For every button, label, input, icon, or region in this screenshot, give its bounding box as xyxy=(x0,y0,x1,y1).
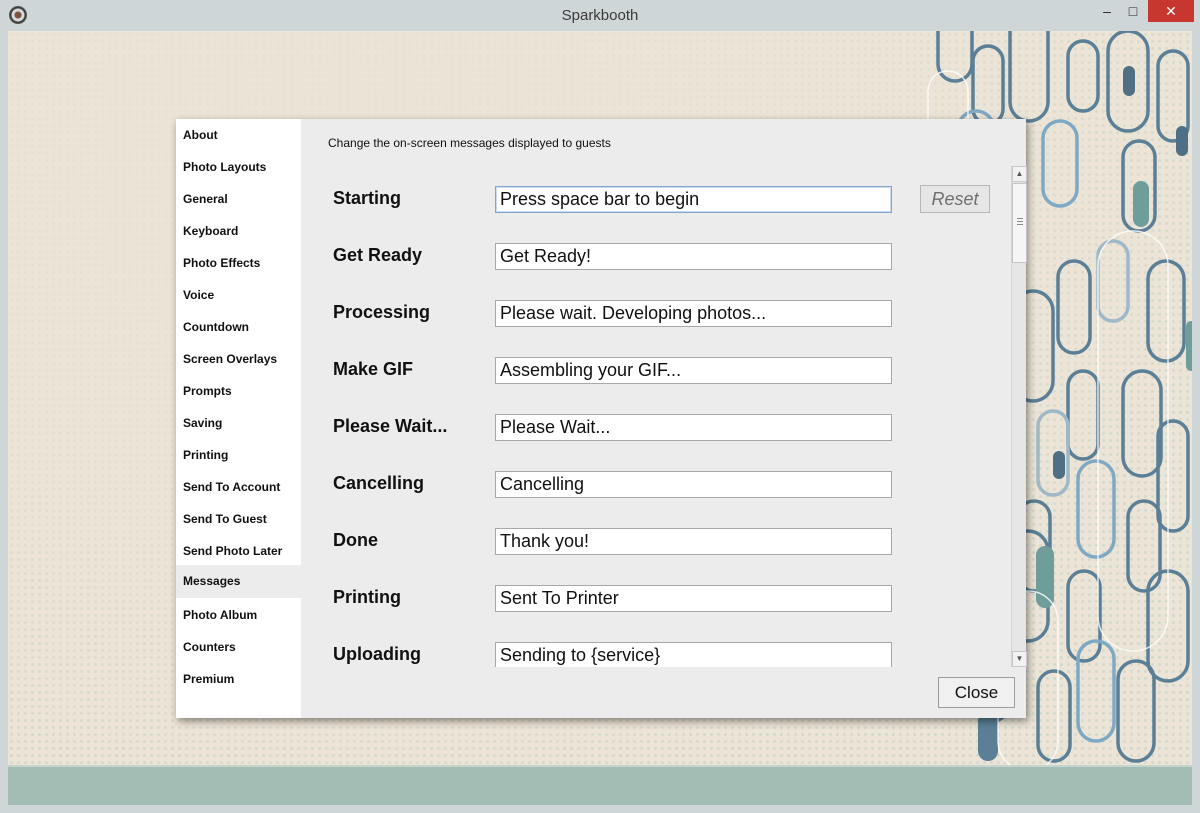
grip-icon xyxy=(1017,218,1023,225)
sidebar-item-photo-album[interactable]: Photo Album xyxy=(176,601,301,633)
sidebar-item-printing[interactable]: Printing xyxy=(176,441,301,473)
message-label-uploading: Uploading xyxy=(333,644,421,664)
messages-panel: Change the on-screen messages displayed … xyxy=(301,119,1027,718)
sidebar-item-screen-overlays[interactable]: Screen Overlays xyxy=(176,345,301,377)
sidebar-item-photo-effects[interactable]: Photo Effects xyxy=(176,249,301,281)
minimize-button[interactable]: – xyxy=(1094,0,1120,22)
message-label-done: Done xyxy=(333,530,378,550)
message-input-starting[interactable] xyxy=(495,186,892,213)
message-input-please-wait[interactable] xyxy=(495,414,892,441)
scrollbar-thumb[interactable] xyxy=(1012,183,1027,263)
sidebar-item-send-to-guest[interactable]: Send To Guest xyxy=(176,505,301,537)
sidebar-item-countdown[interactable]: Countdown xyxy=(176,313,301,345)
sidebar-item-general[interactable]: General xyxy=(176,185,301,217)
scroll-up-icon[interactable]: ▲ xyxy=(1012,166,1027,182)
message-label-processing: Processing xyxy=(333,302,431,322)
message-label-make-gif: Make GIF xyxy=(333,359,414,379)
close-window-button[interactable]: ✕ xyxy=(1148,0,1194,22)
panel-description: Change the on-screen messages displayed … xyxy=(328,136,611,150)
sidebar-item-counters[interactable]: Counters xyxy=(176,633,301,665)
message-input-printing[interactable] xyxy=(495,585,892,612)
title-bar: Sparkbooth – □ ✕ xyxy=(0,0,1200,31)
message-label-cancelling: Cancelling xyxy=(333,473,425,493)
settings-dialog: About Photo Layouts General Keyboard Pho… xyxy=(176,119,1027,718)
sidebar-item-prompts[interactable]: Prompts xyxy=(176,377,301,409)
sidebar-item-saving[interactable]: Saving xyxy=(176,409,301,441)
message-label-get-ready: Get Ready xyxy=(333,245,423,265)
sidebar-item-voice[interactable]: Voice xyxy=(176,281,301,313)
close-button[interactable]: Close xyxy=(938,677,1015,708)
sidebar-item-about[interactable]: About xyxy=(176,121,301,153)
messages-list: Starting Reset Get Ready Processing Make… xyxy=(301,169,1011,667)
window-border-bottom xyxy=(0,805,1200,813)
message-label-starting: Starting xyxy=(333,188,402,208)
reset-button[interactable]: Reset xyxy=(920,185,990,213)
message-input-make-gif[interactable] xyxy=(495,357,892,384)
settings-sidebar: About Photo Layouts General Keyboard Pho… xyxy=(176,119,301,718)
message-label-printing: Printing xyxy=(333,587,401,607)
footer-band xyxy=(8,765,1192,805)
window-title: Sparkbooth xyxy=(561,7,639,24)
sidebar-item-premium[interactable]: Premium xyxy=(176,665,301,697)
scroll-down-icon[interactable]: ▼ xyxy=(1012,651,1027,667)
message-label-please-wait: Please Wait... xyxy=(333,416,448,436)
message-input-cancelling[interactable] xyxy=(495,471,892,498)
message-input-get-ready[interactable] xyxy=(495,243,892,270)
window-border-right xyxy=(1192,31,1200,813)
maximize-button[interactable]: □ xyxy=(1120,0,1146,22)
sidebar-item-messages[interactable]: Messages xyxy=(176,565,301,598)
message-input-processing[interactable] xyxy=(495,300,892,327)
messages-scrollbar[interactable]: ▲ ▼ xyxy=(1011,166,1027,667)
sidebar-item-photo-layouts[interactable]: Photo Layouts xyxy=(176,153,301,185)
sidebar-item-keyboard[interactable]: Keyboard xyxy=(176,217,301,249)
sidebar-item-send-to-account[interactable]: Send To Account xyxy=(176,473,301,505)
message-input-uploading[interactable] xyxy=(495,642,892,667)
message-input-done[interactable] xyxy=(495,528,892,555)
window-border-left xyxy=(0,31,8,813)
